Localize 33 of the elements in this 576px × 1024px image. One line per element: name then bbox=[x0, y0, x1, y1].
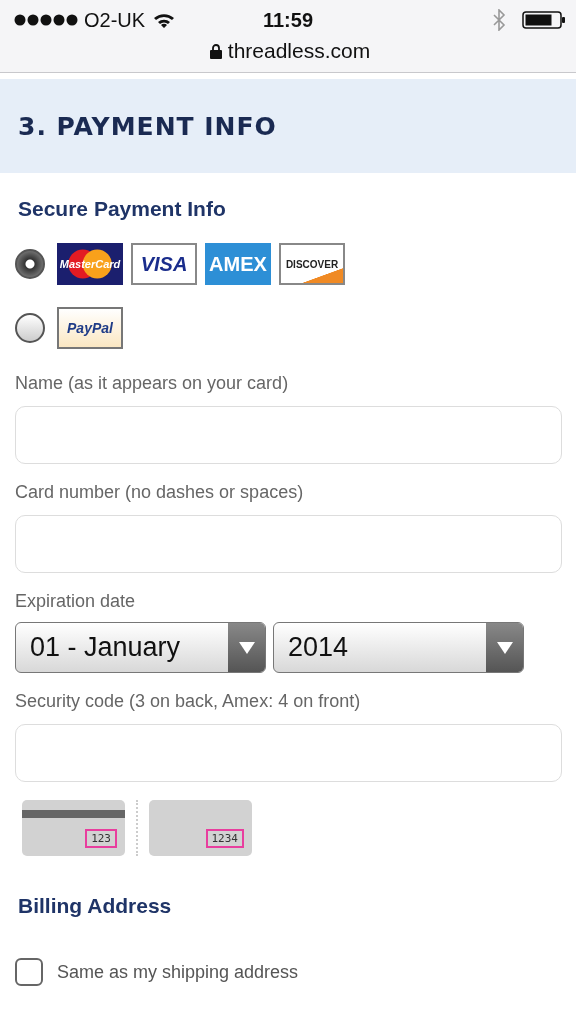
clock-time: 11:59 bbox=[262, 8, 314, 32]
dropdown-select[interactable]: 2014 bbox=[273, 622, 524, 673]
security-code-sample: 1234 bbox=[205, 829, 244, 848]
card-logo: MasterCard bbox=[57, 243, 123, 285]
card-logo: AMEX bbox=[205, 243, 271, 285]
url-text[interactable]: threadless.com bbox=[227, 39, 371, 63]
radio-button[interactable] bbox=[15, 249, 45, 279]
subsection-title: Billing Address bbox=[18, 894, 173, 918]
caret-icon bbox=[238, 641, 255, 654]
signal-icon bbox=[14, 14, 80, 26]
radio-button[interactable] bbox=[15, 313, 45, 343]
bluetooth-icon bbox=[492, 9, 506, 31]
subsection-title: Secure Payment Info bbox=[18, 197, 227, 221]
lock-icon bbox=[209, 43, 222, 59]
field-label: Expiration date bbox=[15, 591, 137, 612]
carrier-name: O2-UK bbox=[84, 8, 146, 32]
field-label: Name (as it appears on your card) bbox=[15, 373, 290, 394]
text-field[interactable] bbox=[15, 724, 562, 782]
security-code-sample: 123 bbox=[85, 829, 117, 848]
field-label: Security code (3 on back, Amex: 4 on front) bbox=[15, 691, 362, 712]
dropdown-select[interactable]: 01 - January bbox=[15, 622, 266, 673]
checkbox[interactable] bbox=[15, 958, 43, 986]
text-field[interactable] bbox=[15, 406, 562, 464]
field-label: Card number (no dashes or spaces) bbox=[15, 482, 305, 503]
card-logo: VISA bbox=[131, 243, 197, 285]
card-logo: PayPal bbox=[57, 307, 123, 349]
battery-icon bbox=[522, 10, 566, 30]
wifi-icon bbox=[153, 12, 176, 28]
checkbox-label: Same as my shipping address bbox=[57, 961, 299, 983]
section-title: 3. PAYMENT INFO bbox=[18, 111, 277, 141]
caret-icon bbox=[496, 641, 513, 654]
text-field[interactable] bbox=[15, 515, 562, 573]
card-logo: DISCOVER bbox=[279, 243, 345, 285]
